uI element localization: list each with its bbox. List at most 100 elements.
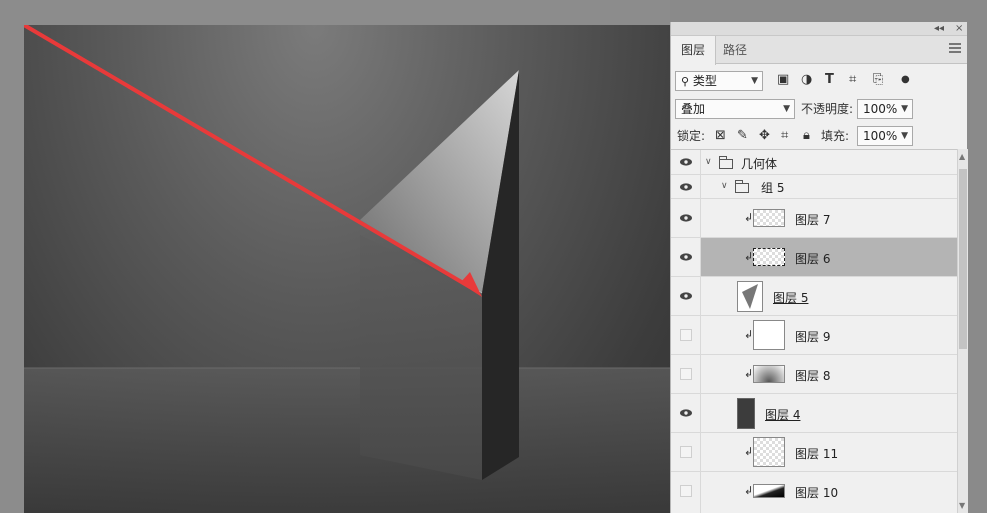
layer-thumbnail xyxy=(753,484,785,498)
type-layer-filter-icon[interactable]: T xyxy=(825,70,834,90)
filter-type-dropdown[interactable]: ⚲ 类型 ▼ xyxy=(675,71,763,91)
visibility-toggle[interactable] xyxy=(671,238,701,276)
layers-list: ∨ 几何体 ∨ 组 5 ↲ 图层 7 ↲ 图层 6 图层 5 ↲ 图层 9 ↲ … xyxy=(671,149,957,513)
fill-field[interactable]: 100% ▼ xyxy=(857,126,913,146)
layer-row[interactable]: ∨ 组 5 xyxy=(671,175,957,199)
hidden-visibility-box xyxy=(680,446,692,458)
layer-name: 图层 4 xyxy=(765,408,801,422)
opacity-field[interactable]: 100% ▼ xyxy=(857,99,913,119)
visibility-toggle[interactable] xyxy=(671,199,701,237)
pixel-layer-filter-icon[interactable]: ▣ xyxy=(777,70,789,90)
layer-thumbnail xyxy=(753,365,785,383)
panel-menu-icon[interactable] xyxy=(949,43,961,55)
blend-mode-dropdown[interactable]: 叠加 ▼ xyxy=(675,99,795,119)
opacity-label: 不透明度: xyxy=(801,102,854,116)
collapse-panel-icon[interactable]: ◂◂ xyxy=(934,22,944,35)
eye-icon xyxy=(680,253,692,261)
chevron-down-icon: ▼ xyxy=(901,131,908,141)
layers-scrollbar[interactable]: ▲ ▼ xyxy=(957,149,968,513)
clipping-mask-icon: ↲ xyxy=(744,367,754,380)
smart-object-filter-icon[interactable]: ⎘ xyxy=(873,70,883,90)
floor-plane xyxy=(24,368,670,513)
layer-row[interactable]: ↲ 图层 7 xyxy=(671,199,957,238)
lock-row: 锁定: ⊠ ✎ ✥ ⌗ 🔒︎ 填充: 100% ▼ xyxy=(671,125,968,147)
clipping-mask-icon: ↲ xyxy=(744,250,754,263)
tab-layers[interactable]: 图层 xyxy=(671,36,717,65)
search-icon: ⚲ xyxy=(681,75,690,88)
layer-thumbnail xyxy=(737,398,755,429)
layer-row[interactable]: ↲ 图层 9 xyxy=(671,316,957,355)
eye-icon xyxy=(680,292,692,300)
clipping-mask-icon: ↲ xyxy=(744,484,754,497)
hidden-visibility-box xyxy=(680,368,692,380)
filter-toggle-icon[interactable]: ● xyxy=(901,70,910,90)
lock-position-icon[interactable]: ✥ xyxy=(759,126,770,146)
blend-mode-value: 叠加 xyxy=(681,102,706,116)
layer-thumbnail xyxy=(737,281,763,312)
chevron-down-icon: ▼ xyxy=(751,76,758,86)
layer-row[interactable]: ↲ 图层 10 xyxy=(671,472,957,513)
layer-row[interactable]: 图层 5 xyxy=(671,277,957,316)
layers-panel: ◂◂ × 图层 路径 ⚲ 类型 ▼ ▣ ◑ T ⌗ ⎘ ● 叠加 ▼ 不透明度:… xyxy=(670,22,968,513)
lock-artboard-icon[interactable]: ⌗ xyxy=(781,126,788,146)
folder-icon xyxy=(735,180,749,193)
panel-title-bar: ◂◂ × xyxy=(671,22,967,36)
visibility-toggle[interactable] xyxy=(671,355,701,393)
layer-name: 几何体 xyxy=(741,157,778,171)
layer-thumbnail xyxy=(753,437,785,467)
layer-name: 图层 9 xyxy=(795,330,831,344)
eye-icon xyxy=(680,409,692,417)
canvas-area[interactable]: + xyxy=(0,0,670,513)
lock-transparency-icon[interactable]: ⊠ xyxy=(715,126,726,146)
eye-icon xyxy=(680,214,692,222)
hidden-visibility-box xyxy=(680,329,692,341)
scrollbar-thumb[interactable] xyxy=(959,169,967,349)
chevron-down-icon: ▼ xyxy=(901,104,908,114)
chevron-down-icon: ▼ xyxy=(783,104,790,114)
layer-name: 图层 7 xyxy=(795,213,831,227)
fill-label: 填充: xyxy=(821,129,850,143)
visibility-toggle[interactable] xyxy=(671,150,701,174)
layer-thumbnail xyxy=(753,209,785,227)
lock-label: 锁定: xyxy=(677,129,706,143)
filter-row: ⚲ 类型 ▼ ▣ ◑ T ⌗ ⎘ ● xyxy=(671,70,968,92)
visibility-toggle[interactable] xyxy=(671,472,701,513)
visibility-toggle[interactable] xyxy=(671,277,701,315)
layer-row[interactable]: ↲ 图层 8 xyxy=(671,355,957,394)
red-arrow xyxy=(24,25,472,289)
layer-row[interactable]: 图层 4 xyxy=(671,394,957,433)
layer-row-selected[interactable]: ↲ 图层 6 xyxy=(671,238,957,277)
eye-icon xyxy=(680,183,692,191)
visibility-toggle[interactable] xyxy=(671,433,701,471)
visibility-toggle[interactable] xyxy=(671,316,701,354)
visibility-toggle[interactable] xyxy=(671,394,701,432)
folder-icon xyxy=(719,156,733,169)
scroll-up-icon[interactable]: ▲ xyxy=(959,152,965,161)
filter-type-label: 类型 xyxy=(692,74,717,88)
shape-layer-filter-icon[interactable]: ⌗ xyxy=(849,70,856,90)
layer-name: 组 5 xyxy=(761,181,785,195)
visibility-toggle[interactable] xyxy=(671,175,701,198)
tab-paths[interactable]: 路径 xyxy=(713,36,757,64)
fill-value: 100% xyxy=(863,129,898,143)
lock-image-icon[interactable]: ✎ xyxy=(737,126,748,146)
clipping-mask-icon: ↲ xyxy=(744,445,754,458)
clipping-mask-icon: ↲ xyxy=(744,328,754,341)
chevron-down-icon[interactable]: ∨ xyxy=(721,181,728,191)
layer-name: 图层 8 xyxy=(795,369,831,383)
opacity-value: 100% xyxy=(863,102,898,116)
layer-name: 图层 6 xyxy=(795,252,831,266)
layer-name: 图层 5 xyxy=(773,291,809,305)
scroll-down-icon[interactable]: ▼ xyxy=(959,501,965,510)
document-canvas[interactable]: + xyxy=(24,25,670,513)
layer-name: 图层 10 xyxy=(795,486,839,500)
layer-row[interactable]: ∨ 几何体 xyxy=(671,150,957,175)
lock-all-icon[interactable]: 🔒︎ xyxy=(803,126,810,146)
panel-tabs: 图层 路径 xyxy=(671,36,967,65)
hidden-visibility-box xyxy=(680,485,692,497)
layer-row[interactable]: ↲ 图层 11 xyxy=(671,433,957,472)
layer-thumbnail xyxy=(753,320,785,350)
chevron-down-icon[interactable]: ∨ xyxy=(705,157,712,167)
adjustment-layer-filter-icon[interactable]: ◑ xyxy=(801,70,812,90)
close-panel-icon[interactable]: × xyxy=(955,22,963,35)
